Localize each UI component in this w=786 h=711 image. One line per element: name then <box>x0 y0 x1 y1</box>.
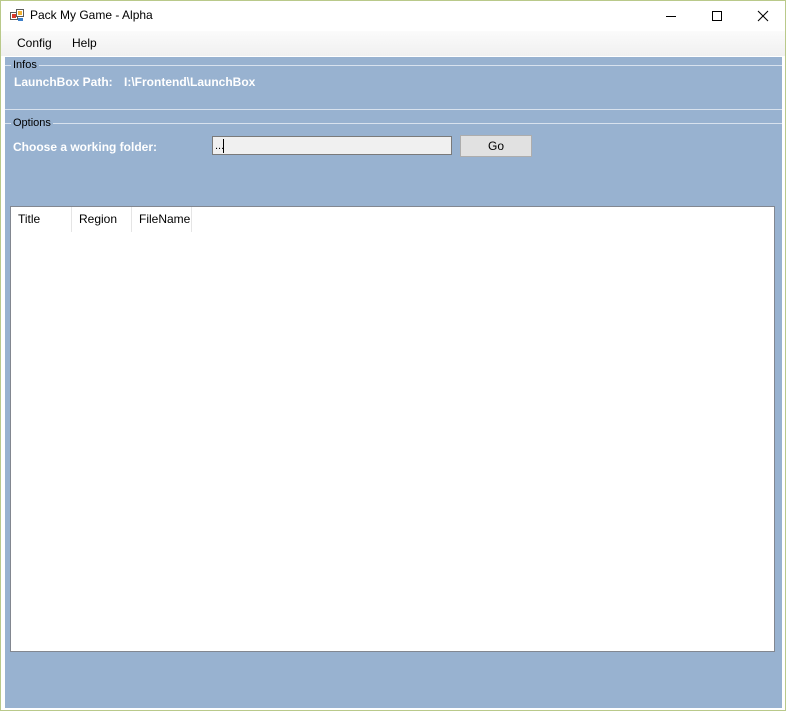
launchbox-path-value: I:\Frontend\LaunchBox <box>124 75 256 89</box>
main-window: Pack My Game - Alpha Config Help Infos L… <box>0 0 786 711</box>
go-button[interactable]: Go <box>460 135 532 157</box>
menu-bar: Config Help <box>1 31 785 56</box>
options-legend: Options <box>11 117 53 129</box>
maximize-icon <box>712 11 722 21</box>
menu-config[interactable]: Config <box>17 36 52 50</box>
text-caret <box>223 139 224 153</box>
window-title: Pack My Game - Alpha <box>30 8 153 22</box>
close-button[interactable] <box>740 1 786 31</box>
minimize-icon <box>666 16 676 17</box>
launchbox-path-label: LaunchBox Path: <box>14 75 113 89</box>
title-bar[interactable]: Pack My Game - Alpha <box>1 1 785 31</box>
column-header-region[interactable]: Region <box>72 207 132 232</box>
games-list[interactable]: Title Region FileName <box>10 206 775 652</box>
close-icon <box>757 10 769 22</box>
infos-legend: Infos <box>11 59 39 71</box>
menu-help[interactable]: Help <box>72 36 97 50</box>
options-group: Options Choose a working folder: Go Titl… <box>5 117 782 704</box>
infos-group: Infos LaunchBox Path: I:\Frontend\Launch… <box>5 59 782 110</box>
column-header-filename[interactable]: FileName <box>132 207 192 232</box>
app-icon <box>10 9 24 22</box>
minimize-button[interactable] <box>648 1 694 31</box>
maximize-button[interactable] <box>694 1 740 31</box>
column-header-title[interactable]: Title <box>11 207 72 232</box>
client-area: Infos LaunchBox Path: I:\Frontend\Launch… <box>5 57 782 708</box>
working-folder-label: Choose a working folder: <box>13 140 158 154</box>
working-folder-input[interactable] <box>212 136 452 155</box>
